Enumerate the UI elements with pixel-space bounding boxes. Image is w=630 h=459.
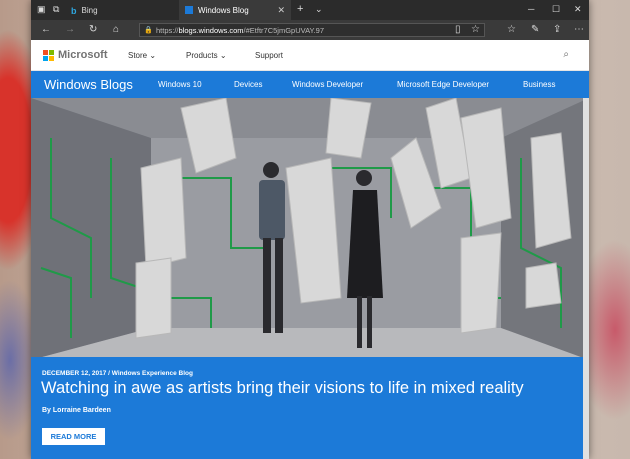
tab-label: Windows Blog [198, 5, 249, 15]
notes-icon[interactable]: ✎ [531, 24, 539, 35]
browser-window: ▣ ⧉ b Bing Windows Blog ✕ + ⌄ ─ ☐ ✕ ← → … [31, 0, 589, 459]
forward-icon[interactable]: → [65, 24, 75, 35]
more-icon[interactable]: ⋯ [574, 24, 584, 35]
close-icon[interactable]: ✕ [574, 4, 582, 15]
blog-nav-windows-developer[interactable]: Windows Developer [292, 80, 363, 89]
nav-store[interactable]: Store ⌄ [128, 51, 156, 60]
blog-title[interactable]: Windows Blogs [44, 77, 133, 92]
tab-windows-blog[interactable]: Windows Blog ✕ [179, 0, 291, 20]
url-path: /#Etftr7C5jmGpUVAY.97 [243, 25, 324, 35]
navigation-bar: ← → ↻ ⌂ 🔒 https://blogs.windows.com/#Etf… [31, 20, 589, 40]
lock-icon: 🔒 [144, 27, 153, 34]
set-aside-icon[interactable]: ⧉ [53, 4, 59, 15]
refresh-icon[interactable]: ↻ [89, 24, 97, 35]
maximize-icon[interactable]: ☐ [552, 4, 560, 15]
share-icon[interactable]: ⇪ [553, 24, 561, 35]
blog-nav-devices[interactable]: Devices [234, 80, 262, 89]
brand-name: Microsoft [58, 49, 108, 61]
back-icon[interactable]: ← [41, 24, 51, 35]
windows-blog-icon [185, 6, 193, 14]
new-tab-icon[interactable]: + [297, 3, 303, 15]
mixed-reality-photo [31, 98, 589, 360]
minimize-icon[interactable]: ─ [528, 4, 534, 14]
tab-list-icon[interactable]: ⌄ [315, 4, 323, 15]
nav-products[interactable]: Products ⌄ [186, 51, 227, 60]
blog-nav-bar: Windows Blogs Windows 10 Devices Windows… [31, 71, 589, 98]
article-author[interactable]: By Lorraine Bardeen [42, 407, 111, 414]
tab-strip: ▣ ⧉ b Bing Windows Blog ✕ + ⌄ ─ ☐ ✕ [31, 0, 589, 20]
article-date: DECEMBER 12, 2017 [42, 370, 107, 377]
search-icon[interactable]: ⌕ [563, 49, 569, 60]
favorite-icon[interactable]: ☆ [471, 24, 480, 35]
article-title[interactable]: Watching in awe as artists bring their v… [41, 379, 524, 398]
favorites-hub-icon[interactable]: ☆ [507, 24, 516, 35]
microsoft-header: Microsoft Store ⌄ Products ⌄ Support ⌕ [31, 40, 589, 71]
home-icon[interactable]: ⌂ [113, 24, 119, 35]
chevron-down-icon: ⌄ [219, 51, 227, 60]
scrollbar[interactable] [583, 98, 589, 459]
featured-article: DECEMBER 12, 2017 / Windows Experience B… [31, 357, 589, 459]
url-host: blogs.windows.com [178, 25, 244, 35]
article-category[interactable]: Windows Experience Blog [112, 370, 193, 377]
tab-label: Bing [81, 5, 98, 15]
microsoft-logo[interactable]: Microsoft [43, 49, 108, 61]
blog-nav-business[interactable]: Business [523, 80, 555, 89]
tabs-aside-icon[interactable]: ▣ [37, 4, 46, 15]
hero-image[interactable] [31, 98, 589, 360]
bing-icon: b [71, 6, 77, 16]
close-tab-icon[interactable]: ✕ [277, 5, 285, 16]
nav-support[interactable]: Support [255, 51, 283, 60]
address-bar[interactable]: 🔒 https://blogs.windows.com/#Etftr7C5jmG… [139, 23, 485, 37]
read-more-button[interactable]: READ MORE [42, 428, 105, 445]
chevron-down-icon: ⌄ [149, 51, 157, 60]
blog-nav-edge-developer[interactable]: Microsoft Edge Developer [397, 80, 489, 89]
microsoft-logo-icon [43, 49, 54, 61]
blog-nav-windows-10[interactable]: Windows 10 [158, 80, 202, 89]
reading-view-icon[interactable]: ▯ [455, 24, 461, 35]
article-meta: DECEMBER 12, 2017 / Windows Experience B… [42, 370, 193, 377]
url-scheme: https:// [156, 25, 179, 35]
